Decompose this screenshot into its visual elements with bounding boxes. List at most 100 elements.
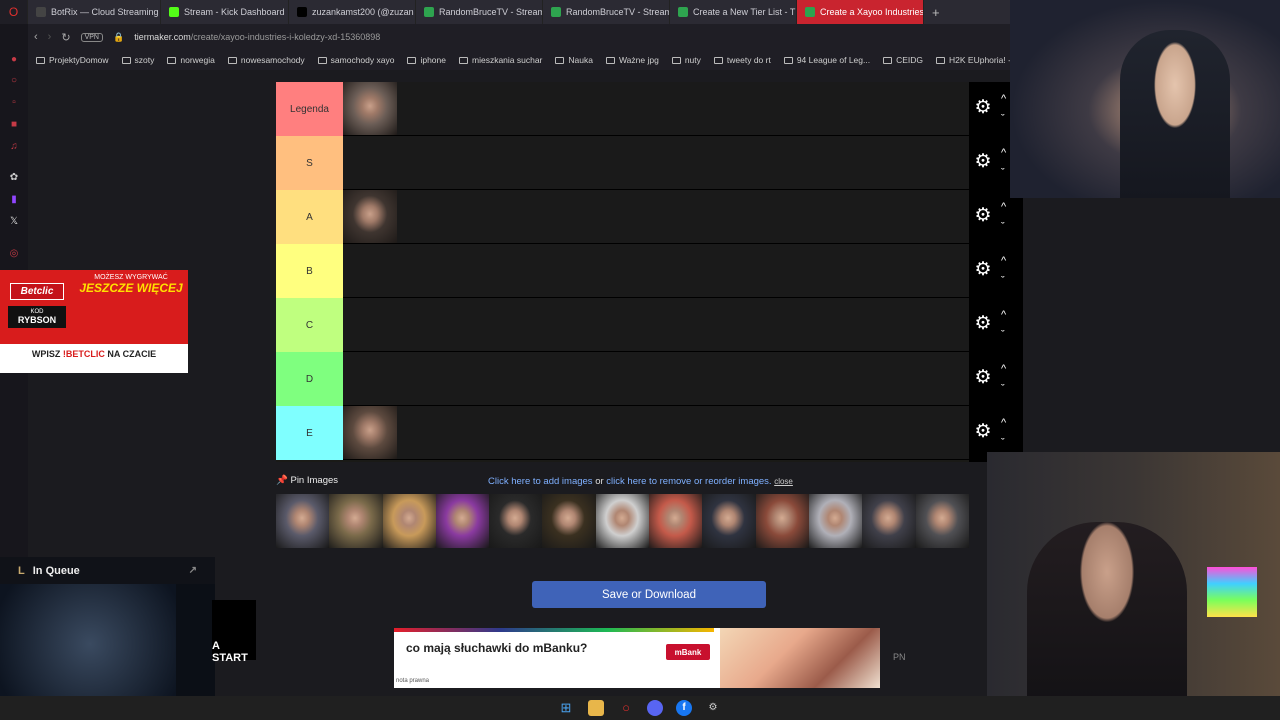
gear-icon[interactable]: ⚙ — [973, 422, 993, 442]
tier-row[interactable]: E — [276, 406, 969, 460]
app-icon[interactable]: ⚙ — [705, 700, 721, 716]
move-up-icon[interactable]: ^ — [1001, 202, 1006, 213]
bookmark-item[interactable]: samochody xayo — [317, 55, 394, 65]
bookmark-item[interactable]: mieszkania suchar — [459, 55, 542, 65]
music-icon[interactable]: ♫ — [8, 141, 20, 153]
tier-label[interactable]: E — [276, 406, 343, 460]
gallery-image[interactable] — [755, 494, 809, 548]
shopping-icon[interactable]: ▫ — [8, 97, 20, 109]
tier-image[interactable] — [343, 82, 397, 135]
tier-row[interactable]: B — [276, 244, 969, 298]
tier-row[interactable]: A — [276, 190, 969, 244]
twitch-icon[interactable]: ▮ — [8, 194, 20, 206]
settings-icon[interactable]: ◎ — [8, 248, 20, 260]
move-up-icon[interactable]: ^ — [1001, 256, 1006, 267]
tab-6[interactable]: Create a Xayoo Industries — [797, 0, 924, 24]
discord-icon[interactable] — [647, 700, 663, 716]
bookmark-item[interactable]: iphone — [407, 55, 446, 65]
new-tab-button[interactable]: + — [924, 5, 948, 20]
tier-row[interactable]: Legenda — [276, 82, 969, 136]
move-up-icon[interactable]: ^ — [1001, 418, 1006, 429]
bookmark-item[interactable]: nuty — [671, 55, 701, 65]
tier-label[interactable]: A — [276, 190, 343, 244]
history-icon[interactable]: ○ — [8, 75, 20, 87]
gallery-image[interactable] — [276, 494, 330, 548]
bookmark-item[interactable]: ProjektyDomow — [36, 55, 109, 65]
bookmark-item[interactable]: Ważne jpg — [605, 55, 659, 65]
bookmark-item[interactable]: norwegia — [167, 55, 215, 65]
tier-label[interactable]: B — [276, 244, 343, 298]
url-field[interactable]: tiermaker.com/create/xayoo-industries-i-… — [134, 32, 380, 42]
gear-icon[interactable]: ⚙ — [973, 206, 993, 226]
move-up-icon[interactable]: ^ — [1001, 94, 1006, 105]
forward-icon[interactable]: › — [48, 31, 52, 43]
reload-icon[interactable]: ↻ — [61, 31, 70, 44]
move-up-icon[interactable]: ^ — [1001, 148, 1006, 159]
tier-image[interactable] — [343, 190, 397, 243]
gallery-image[interactable] — [435, 494, 490, 548]
move-up-icon[interactable]: ^ — [1001, 364, 1006, 375]
add-images-link[interactable]: Click here to add images — [488, 476, 593, 487]
gear-icon[interactable]: ⚙ — [973, 368, 993, 388]
gallery-image[interactable] — [702, 494, 756, 548]
gallery-image[interactable] — [382, 494, 436, 548]
bookmark-item[interactable]: szoty — [121, 55, 154, 65]
remove-images-link[interactable]: click here to remove or reorder images. — [606, 476, 771, 487]
bookmark-item[interactable]: tweety do rt — [713, 55, 771, 65]
file-explorer-icon[interactable] — [588, 700, 604, 716]
facebook-icon[interactable]: f — [676, 700, 692, 716]
gallery-image[interactable] — [649, 494, 703, 548]
bookmark-item[interactable]: Nauka — [555, 55, 593, 65]
tab-3[interactable]: RandomBruceTV - Stream — [416, 0, 543, 24]
bookmark-item[interactable]: CEIDG — [883, 55, 923, 65]
vpn-badge[interactable]: VPN — [80, 32, 103, 42]
tab-1[interactable]: Stream - Kick Dashboard — [161, 0, 289, 24]
tab-5[interactable]: Create a New Tier List - T — [670, 0, 797, 24]
gallery-image[interactable] — [915, 494, 969, 548]
bookmark-item[interactable]: nowesamochody — [227, 55, 305, 65]
tier-label[interactable]: C — [276, 298, 343, 352]
opera-taskbar-icon[interactable]: ○ — [618, 700, 634, 716]
move-down-icon[interactable]: ˇ — [1001, 330, 1005, 341]
tier-image[interactable] — [343, 406, 397, 459]
gear-icon[interactable]: ⚙ — [973, 260, 993, 280]
gallery-image[interactable] — [489, 494, 543, 548]
move-down-icon[interactable]: ˇ — [1001, 276, 1005, 287]
close-link[interactable]: close — [774, 477, 793, 486]
chatgpt-icon[interactable]: ✿ — [8, 172, 20, 184]
move-down-icon[interactable]: ˇ — [1001, 222, 1005, 233]
save-or-download-button[interactable]: Save or Download — [532, 581, 766, 608]
gear-icon[interactable]: ⚙ — [973, 152, 993, 172]
gallery-image[interactable] — [595, 494, 650, 548]
mbank-ad[interactable]: co mają słuchawki do mBanku? mBank nota … — [394, 628, 880, 688]
windows-start-icon[interactable]: ⊞ — [558, 700, 574, 716]
move-down-icon[interactable]: ˇ — [1001, 114, 1005, 125]
gallery-image[interactable] — [862, 494, 916, 548]
gallery-image[interactable] — [542, 494, 596, 548]
back-icon[interactable]: ‹ — [34, 31, 38, 43]
tier-label[interactable]: Legenda — [276, 82, 343, 136]
tab-4[interactable]: RandomBruceTV - Stream — [543, 0, 670, 24]
bookmark-item[interactable]: 94 League of Leg... — [783, 55, 870, 65]
gear-icon[interactable]: ⚙ — [973, 314, 993, 334]
gallery-image[interactable] — [808, 494, 863, 548]
bookmark-item[interactable]: H2K EUphoria! - Y... — [936, 55, 1010, 65]
tier-row[interactable]: D — [276, 352, 969, 406]
gallery-image[interactable] — [329, 494, 383, 548]
move-down-icon[interactable]: ˇ — [1001, 384, 1005, 395]
tier-label[interactable]: D — [276, 352, 343, 406]
tab-0[interactable]: BotRix — Cloud Streaming — [28, 0, 161, 24]
x-icon[interactable]: 𝕏 — [8, 216, 20, 228]
expand-icon[interactable]: ↗ — [189, 565, 197, 576]
pin-images-toggle[interactable]: 📌 Pin Images — [276, 475, 338, 486]
move-up-icon[interactable]: ^ — [1001, 310, 1006, 321]
messenger-icon[interactable]: ● — [8, 54, 20, 66]
gear-icon[interactable]: ⚙ — [973, 98, 993, 118]
wallet-icon[interactable]: ■ — [8, 119, 20, 131]
tier-label[interactable]: S — [276, 136, 343, 190]
move-down-icon[interactable]: ˇ — [1001, 438, 1005, 449]
tab-2[interactable]: zuzankamst200 (@zuzan — [289, 0, 416, 24]
opera-menu-icon[interactable]: O — [0, 0, 28, 24]
tier-row[interactable]: S — [276, 136, 969, 190]
move-down-icon[interactable]: ˇ — [1001, 168, 1005, 179]
